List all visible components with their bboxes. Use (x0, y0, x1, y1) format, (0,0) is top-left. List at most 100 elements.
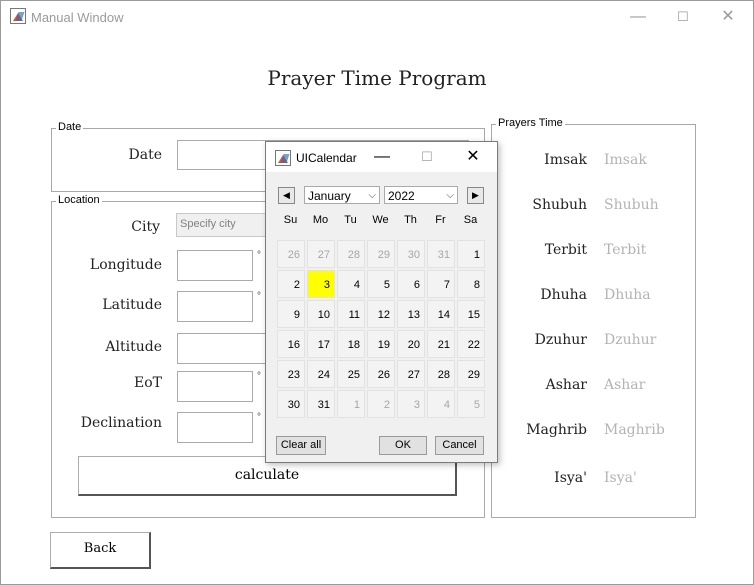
date-panel-title: Date (56, 121, 84, 133)
calendar-day[interactable]: 24 (307, 360, 335, 388)
calendar-day[interactable]: 3 (397, 390, 425, 418)
calendar-day[interactable]: 16 (277, 330, 305, 358)
day-header: Tu (344, 214, 357, 226)
prayer-label: Dhuha (540, 287, 587, 303)
day-header: Sa (463, 214, 478, 226)
calendar-day[interactable]: 22 (457, 330, 485, 358)
calendar-day[interactable]: 23 (277, 360, 305, 388)
maximize-button[interactable]: ☐ (668, 7, 698, 27)
calendar-maximize-button[interactable]: ☐ (412, 147, 442, 167)
prayers-panel-title: Prayers Time (496, 117, 565, 129)
calendar-day[interactable]: 18 (337, 330, 365, 358)
calendar-day[interactable]: 2 (277, 270, 305, 298)
back-button[interactable]: Back (50, 532, 151, 569)
month-dropdown[interactable]: January ⌵ (304, 186, 380, 204)
prayer-value: Maghrib (604, 422, 665, 438)
day-header: Su (283, 214, 298, 226)
calendar-dialog: UICalendar — ☐ ✕ ◀ January ⌵ 2022 ⌵ ▶ Su… (265, 141, 498, 463)
calendar-day[interactable]: 1 (457, 240, 485, 268)
location-panel-title: Location (56, 194, 102, 206)
calendar-day[interactable]: 25 (337, 360, 365, 388)
declination-input[interactable] (177, 412, 253, 443)
prayer-label: Isya' (554, 470, 587, 486)
calendar-day[interactable]: 13 (397, 300, 425, 328)
calendar-day[interactable]: 28 (427, 360, 455, 388)
declination-label: Declination (80, 415, 162, 431)
matlab-logo-icon (10, 8, 26, 24)
calendar-day[interactable]: 21 (427, 330, 455, 358)
window-title: Manual Window (31, 10, 124, 25)
prayer-value: Ashar (604, 377, 646, 393)
day-header: Fr (435, 214, 446, 226)
prayer-value: Terbit (604, 242, 647, 258)
calendar-day[interactable]: 17 (307, 330, 335, 358)
latitude-degree-symbol: ° (257, 291, 261, 302)
calendar-day[interactable]: 2 (367, 390, 395, 418)
calendar-day[interactable]: 27 (307, 240, 335, 268)
city-label: City (131, 219, 160, 235)
prayer-label: Imsak (544, 152, 587, 168)
prayer-label: Shubuh (532, 197, 587, 213)
prayer-label: Terbit (544, 242, 587, 258)
day-header: Mo (312, 214, 329, 226)
calendar-day[interactable]: 27 (397, 360, 425, 388)
prayer-label: Maghrib (526, 422, 587, 438)
year-dropdown[interactable]: 2022 ⌵ (384, 186, 458, 204)
ok-button[interactable]: OK (379, 436, 427, 455)
calendar-day[interactable]: 5 (457, 390, 485, 418)
calendar-day[interactable]: 8 (457, 270, 485, 298)
calendar-matlab-logo-icon (275, 150, 291, 166)
calendar-day[interactable]: 5 (367, 270, 395, 298)
calendar-minimize-button[interactable]: — (367, 147, 397, 167)
day-header: We (372, 214, 389, 226)
calendar-day[interactable]: 31 (427, 240, 455, 268)
longitude-degree-symbol: ° (257, 250, 261, 261)
calendar-day[interactable]: 26 (367, 360, 395, 388)
clear-all-button[interactable]: Clear all (276, 436, 326, 455)
day-header: Th (404, 214, 417, 226)
longitude-input[interactable] (177, 250, 253, 281)
calendar-day[interactable]: 29 (367, 240, 395, 268)
latitude-input[interactable] (177, 291, 253, 322)
calendar-close-button[interactable]: ✕ (458, 147, 488, 167)
calendar-title-bar: UICalendar — ☐ ✕ (266, 142, 497, 172)
calendar-day[interactable]: 20 (397, 330, 425, 358)
page-title: Prayer Time Program (267, 66, 487, 90)
calendar-day[interactable]: 11 (337, 300, 365, 328)
next-month-button[interactable]: ▶ (467, 187, 484, 204)
prayer-label: Dzuhur (534, 332, 587, 348)
declination-degree-symbol: ° (257, 412, 261, 423)
calendar-day[interactable]: 14 (427, 300, 455, 328)
minimize-button[interactable]: — (623, 7, 653, 27)
close-button[interactable]: ✕ (713, 7, 743, 27)
calendar-day[interactable]: 12 (367, 300, 395, 328)
calendar-day[interactable]: 28 (337, 240, 365, 268)
calendar-day[interactable]: 7 (427, 270, 455, 298)
calendar-day[interactable]: 10 (307, 300, 335, 328)
calendar-day[interactable]: 31 (307, 390, 335, 418)
month-chevron-down-icon: ⌵ (368, 190, 376, 201)
longitude-label: Longitude (89, 257, 162, 273)
altitude-input[interactable] (177, 333, 269, 364)
calendar-day[interactable]: 9 (277, 300, 305, 328)
calendar-day[interactable]: 4 (337, 270, 365, 298)
calendar-day[interactable]: 15 (457, 300, 485, 328)
calendar-day[interactable]: 30 (397, 240, 425, 268)
calendar-day[interactable]: 1 (337, 390, 365, 418)
prayer-label: Ashar (545, 377, 587, 393)
cancel-button[interactable]: Cancel (435, 436, 484, 455)
prayer-value: Shubuh (604, 197, 659, 213)
calendar-day[interactable]: 6 (397, 270, 425, 298)
calendar-day[interactable]: 29 (457, 360, 485, 388)
calendar-day-selected[interactable]: 3 (307, 270, 335, 298)
prev-month-button[interactable]: ◀ (278, 187, 295, 204)
eot-input[interactable] (177, 371, 253, 402)
calendar-day[interactable]: 19 (367, 330, 395, 358)
eot-label: EoT (134, 375, 162, 391)
calendar-day[interactable]: 4 (427, 390, 455, 418)
prayers-panel: Prayers Time Imsak Imsak Shubuh Shubuh Terbi… (491, 117, 696, 518)
calendar-title: UICalendar (296, 151, 357, 165)
calendar-day[interactable]: 26 (277, 240, 305, 268)
prayer-value: Dhuha (604, 287, 651, 303)
calendar-day[interactable]: 30 (277, 390, 305, 418)
